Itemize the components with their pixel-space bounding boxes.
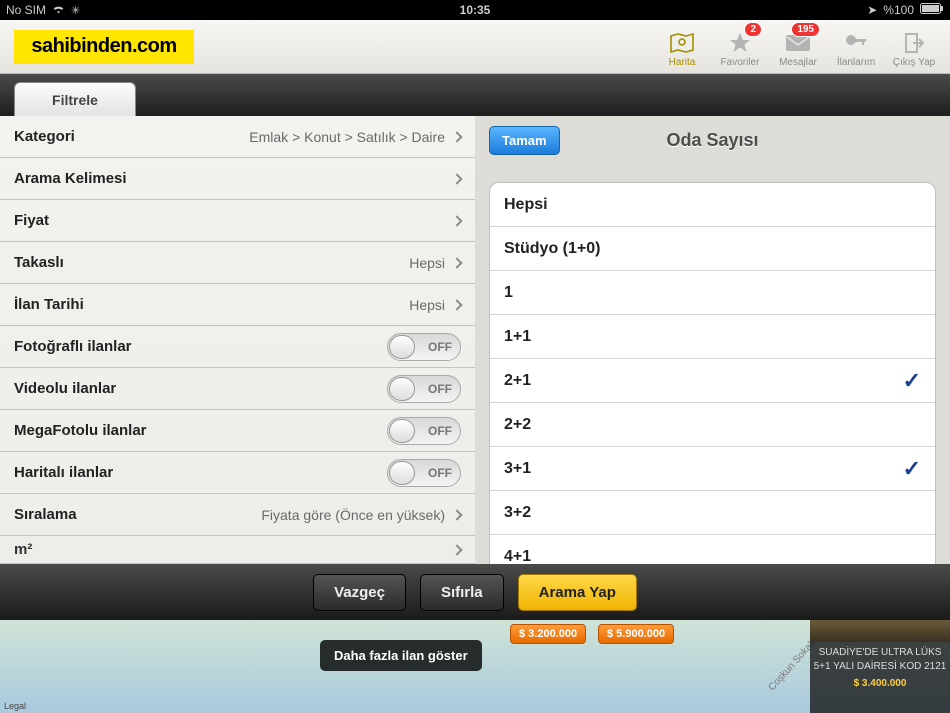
wifi-icon [52,3,65,17]
filter-label: m² [14,541,453,558]
location-arrow-icon: ➤ [867,3,877,17]
listing-title: SUADİYE'DE ULTRA LÜKS 5+1 YALI DAİRESİ K… [810,646,950,673]
filter-label: Takaslı [14,254,409,271]
map-icon [668,29,696,57]
filter-label: Videolu ilanlar [14,380,387,397]
filter-takasli[interactable]: Takaslı Hepsi [0,242,475,284]
loading-spinner-icon: ✳ [71,4,80,17]
listing-card[interactable]: SUADİYE'DE ULTRA LÜKS 5+1 YALI DAİRESİ K… [810,620,950,713]
chevron-right-icon [451,131,462,142]
map-preview[interactable]: Daha fazla ilan göster $ 3.200.000 $ 5.9… [0,620,950,713]
filter-value: Emlak > Konut > Satılık > Daire [249,129,445,145]
price-pin[interactable]: $ 3.200.000 [510,624,586,644]
more-listings-button[interactable]: Daha fazla ilan göster [320,640,482,671]
filter-fiyat[interactable]: Fiyat [0,200,475,242]
checkmark-icon: ✓ [903,368,921,394]
vazgec-button[interactable]: Vazgeç [313,574,406,611]
battery-percent: %100 [883,3,914,17]
filter-ilan-tarihi[interactable]: İlan Tarihi Hepsi [0,284,475,326]
favoriler-badge: 2 [744,22,762,37]
toggle-megafoto[interactable]: OFF [387,417,461,445]
chevron-right-icon [451,257,462,268]
chevron-right-icon [451,299,462,310]
option-row[interactable]: 3+1✓ [490,447,935,491]
filter-tabbar: Filtrele [0,74,950,116]
nav-ilanlarim-button[interactable]: İlanlarım [828,22,884,72]
sifirla-button[interactable]: Sıfırla [420,574,504,611]
clock: 10:35 [0,3,950,17]
exit-icon [900,29,928,57]
filter-fotografli: Fotoğraflı ilanlar OFF [0,326,475,368]
nav-label: Favoriler [721,57,760,68]
ios-status-bar: No SIM ✳ 10:35 ➤ %100 [0,0,950,20]
nav-favoriler-button[interactable]: Favoriler 2 [712,22,768,72]
toggle-fotografli[interactable]: OFF [387,333,461,361]
chevron-right-icon [451,544,462,555]
option-row[interactable]: Hepsi [490,183,935,227]
filter-kategori[interactable]: Kategori Emlak > Konut > Satılık > Daire [0,116,475,158]
toggle-haritali[interactable]: OFF [387,459,461,487]
listing-thumb [810,620,950,642]
filter-label: Fotoğraflı ilanlar [14,338,387,355]
nav-mesajlar-button[interactable]: Mesajlar 195 [770,22,826,72]
option-row[interactable]: Stüdyo (1+0) [490,227,935,271]
filter-value: Fiyata göre (Önce en yüksek) [261,507,445,523]
filter-label: Arama Kelimesi [14,170,453,187]
filter-label: Sıralama [14,506,261,523]
mesajlar-badge: 195 [791,22,820,37]
filter-haritali: Haritalı ilanlar OFF [0,452,475,494]
filter-value: Hepsi [409,255,445,271]
filter-label: Fiyat [14,212,453,229]
filter-label: MegaFotolu ilanlar [14,422,387,439]
nav-cikis-button[interactable]: Çıkış Yap [886,22,942,72]
filter-videolu: Videolu ilanlar OFF [0,368,475,410]
detail-title: Oda Sayısı [666,130,758,151]
map-legal[interactable]: Legal [4,701,26,711]
checkmark-icon: ✓ [903,456,921,482]
arama-yap-button[interactable]: Arama Yap [518,574,637,611]
filter-arama-kelimesi[interactable]: Arama Kelimesi [0,158,475,200]
listing-price: $ 3.400.000 [810,677,950,691]
chevron-right-icon [451,173,462,184]
filter-label: İlan Tarihi [14,296,409,313]
option-row[interactable]: 2+1✓ [490,359,935,403]
brand-logo[interactable]: sahibinden.com [14,30,194,64]
done-button[interactable]: Tamam [489,126,560,155]
action-bar: Vazgeç Sıfırla Arama Yap [0,564,950,620]
key-icon [842,29,870,57]
filter-megafoto: MegaFotolu ilanlar OFF [0,410,475,452]
chevron-right-icon [451,509,462,520]
filtrele-tab[interactable]: Filtrele [14,82,136,116]
nav-label: Çıkış Yap [893,57,935,68]
nav-label: Mesajlar [779,57,817,68]
toggle-videolu[interactable]: OFF [387,375,461,403]
filter-label: Haritalı ilanlar [14,464,387,481]
option-list: HepsiStüdyo (1+0)11+12+1✓2+23+1✓3+24+1 [489,182,936,580]
option-row[interactable]: 1 [490,271,935,315]
chevron-right-icon [451,215,462,226]
nav-label: Harita [669,57,696,68]
battery-icon [920,3,944,17]
nav-label: İlanlarım [837,57,875,68]
filter-m2[interactable]: m² [0,536,475,564]
price-pin[interactable]: $ 5.900.000 [598,624,674,644]
top-toolbar: sahibinden.com Harita Favoriler 2 Mesajl… [0,20,950,74]
carrier-label: No SIM [6,3,46,17]
nav-harita-button[interactable]: Harita [654,22,710,72]
filter-label: Kategori [14,128,249,145]
option-row[interactable]: 2+2 [490,403,935,447]
option-row[interactable]: 3+2 [490,491,935,535]
filter-siralama[interactable]: Sıralama Fiyata göre (Önce en yüksek) [0,494,475,536]
filter-value: Hepsi [409,297,445,313]
option-row[interactable]: 1+1 [490,315,935,359]
